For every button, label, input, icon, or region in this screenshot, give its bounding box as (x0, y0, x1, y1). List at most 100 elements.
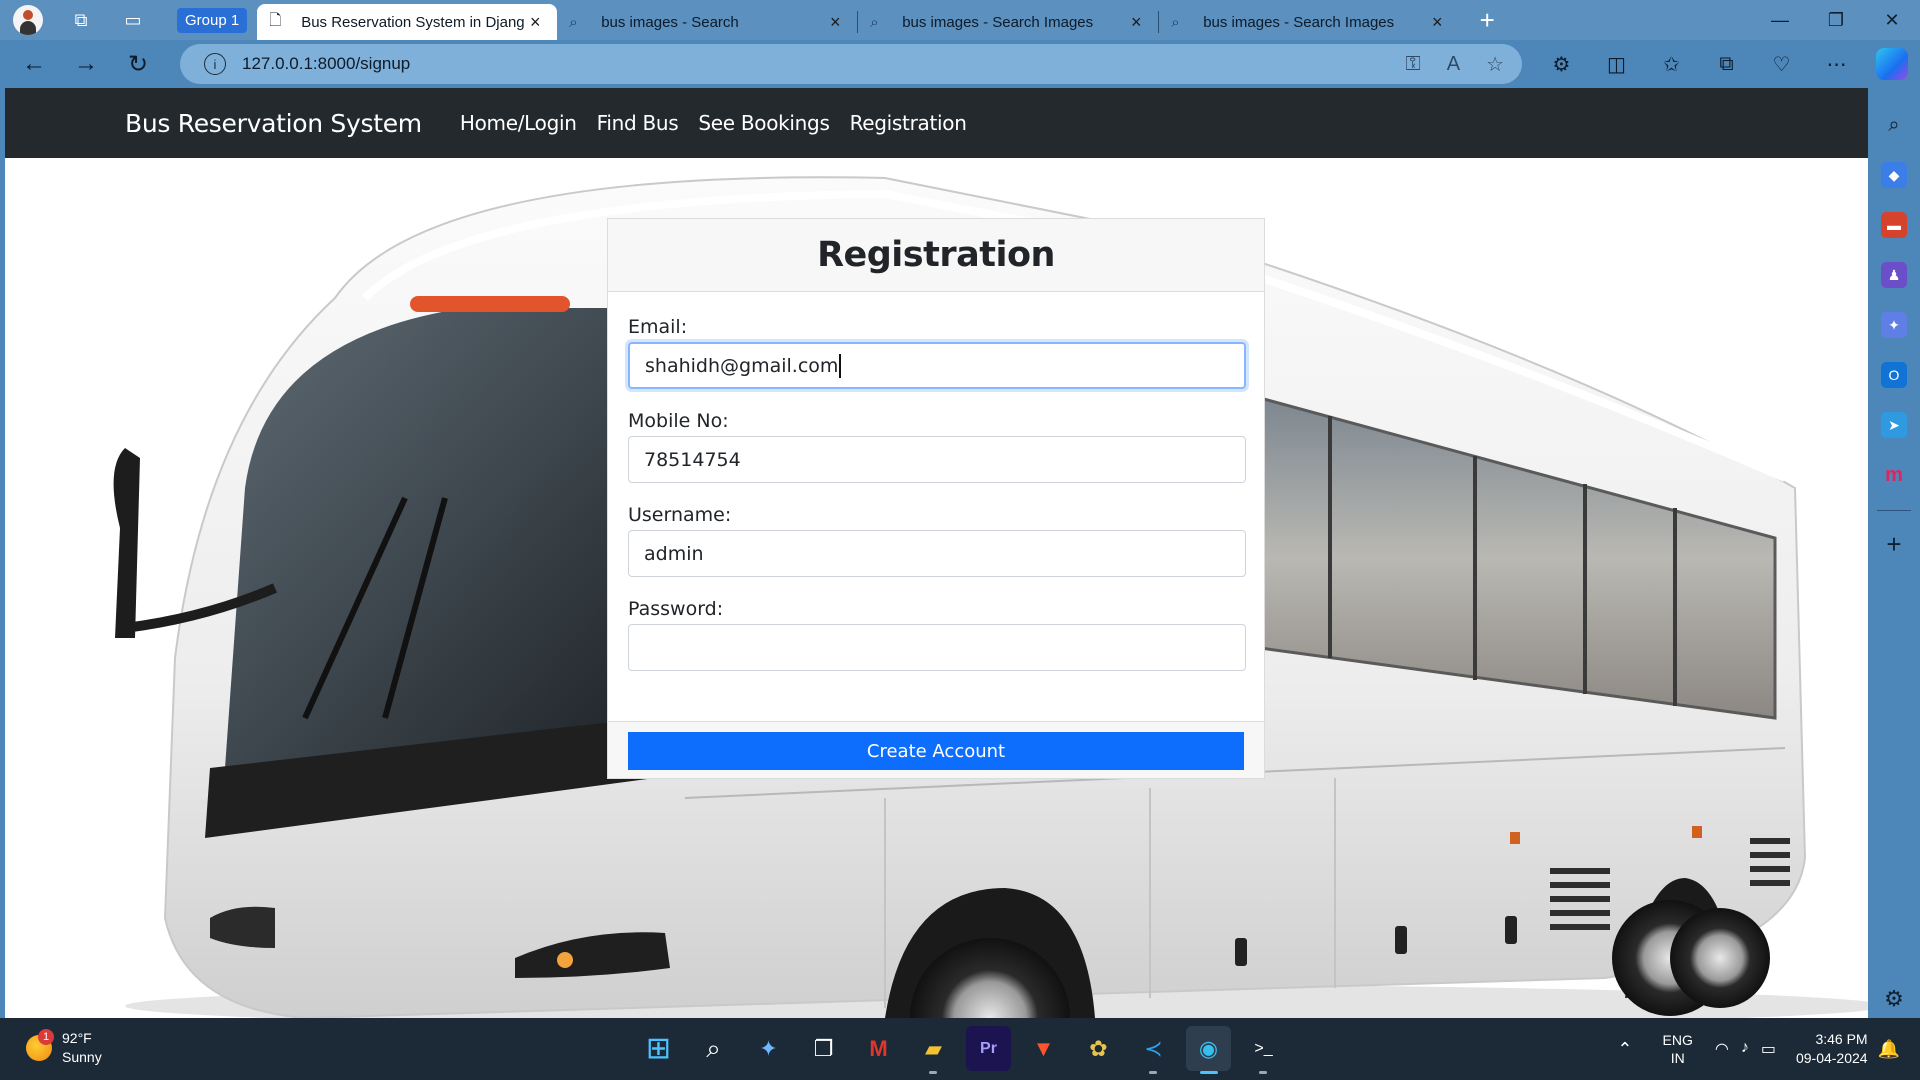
edge-sidebar: ⌕ ◆ ▬ ♟ ✦ O ➤ m + ⚙ (1868, 88, 1920, 1018)
site-brand[interactable]: Bus Reservation System (125, 109, 422, 138)
tab-group-chip[interactable]: Group 1 (177, 7, 248, 33)
tab-bus-images-search[interactable]: ⌕ bus images - Search × (557, 4, 857, 40)
tools-briefcase-icon[interactable]: ▬ (1881, 212, 1907, 238)
mobile-label: Mobile No: (628, 410, 729, 432)
site-info-icon[interactable]: i (204, 53, 226, 75)
chevron-up-icon[interactable]: ⌃ (1617, 1039, 1632, 1060)
key-icon[interactable]: ⚿ (1405, 53, 1420, 76)
username-value: admin (644, 542, 704, 565)
username-label: Username: (628, 504, 732, 526)
username-group: Username: admin (628, 504, 1246, 577)
clock-date: 09-04-2024 (1795, 1050, 1868, 1066)
m-app-icon[interactable]: m (1881, 462, 1907, 488)
mcafee-icon[interactable]: M (856, 1026, 901, 1071)
clock-time: 3:46 PM (1815, 1031, 1868, 1047)
send-icon[interactable]: ➤ (1881, 412, 1907, 438)
username-field[interactable]: admin (628, 530, 1246, 577)
favorites-icon[interactable]: ✩ (1644, 52, 1699, 77)
browser-essentials-icon[interactable]: ♡ (1754, 52, 1809, 77)
wifi-icon[interactable]: ◠ (1715, 1039, 1729, 1059)
password-field[interactable] (628, 624, 1246, 671)
davinci-icon[interactable]: ✿ (1076, 1026, 1121, 1071)
close-icon[interactable]: × (825, 12, 845, 33)
brave-icon[interactable]: ▼ (1021, 1026, 1066, 1071)
tab-bus-images-search-images[interactable]: ⌕ bus images - Search Images × (858, 4, 1158, 40)
email-value: shahidh@gmail.com (645, 354, 839, 377)
close-icon[interactable]: × (525, 12, 545, 33)
tab-actions-icon[interactable]: ▭ (113, 0, 153, 40)
email-group: Email: shahidh@gmail.com (628, 316, 1246, 389)
weather-widget[interactable]: 1 92°F Sunny (26, 1029, 102, 1067)
site-navbar: Bus Reservation System Home/Login Find B… (5, 88, 1868, 158)
nav-find-bus[interactable]: Find Bus (597, 111, 679, 135)
notifications-bell-icon[interactable]: 🔔 (1878, 1039, 1900, 1060)
language-indicator[interactable]: ENG IN (1663, 1031, 1693, 1067)
collections-icon[interactable]: ⧉ (1699, 53, 1754, 76)
close-icon[interactable]: × (1126, 12, 1146, 33)
page-icon: 🗋 (269, 11, 282, 29)
browser-tab-strip: ⧉ ▭ Group 1 🗋 Bus Reservation System in … (0, 0, 1920, 40)
tab-title: bus images - Search Images (1203, 13, 1395, 31)
edge-icon[interactable]: ◉ (1186, 1026, 1231, 1074)
window-controls: — ❐ ✕ (1752, 0, 1920, 40)
read-aloud-icon[interactable]: A (1447, 53, 1460, 76)
games-icon[interactable]: ♟ (1881, 262, 1907, 288)
vscode-icon[interactable]: ≺ (1131, 1026, 1176, 1074)
tab-title: bus images - Search Images (902, 13, 1094, 31)
tab-title: Bus Reservation System in Django (301, 13, 526, 31)
address-url[interactable]: 127.0.0.1:8000/signup (242, 54, 410, 74)
address-bar[interactable]: i 127.0.0.1:8000/signup ⚿ A ☆ (180, 44, 1522, 84)
taskbar-search-icon[interactable]: ⌕ (691, 1026, 736, 1071)
password-label: Password: (628, 598, 724, 620)
sidebar-settings-icon[interactable]: ⚙ (1884, 986, 1904, 1012)
notification-badge: 1 (38, 1029, 54, 1045)
copilot-preview-icon[interactable]: ✦ (746, 1026, 791, 1071)
copilot-icon[interactable] (1876, 48, 1908, 80)
system-tray: ⌃ ENG IN ◠ ♪ ▭ 3:46 PM 09-04-2024 🔔 (1617, 1018, 1900, 1080)
nav-registration[interactable]: Registration (850, 111, 967, 135)
new-tab-button[interactable]: + (1467, 5, 1507, 36)
file-explorer-icon[interactable]: ▰ (911, 1026, 956, 1074)
mobile-field[interactable]: 78514754 (628, 436, 1246, 483)
mobile-group: Mobile No: 78514754 (628, 410, 1246, 483)
tab-bus-reservation[interactable]: 🗋 Bus Reservation System in Django × (257, 4, 558, 40)
more-menu-icon[interactable]: ⋯ (1809, 52, 1864, 77)
page-viewport: Bus Reservation System Home/Login Find B… (5, 88, 1868, 1018)
battery-icon[interactable]: ▭ (1761, 1039, 1776, 1059)
extensions-icon[interactable]: ⚙ (1534, 52, 1589, 77)
create-account-button[interactable]: Create Account (628, 732, 1244, 770)
split-screen-icon[interactable]: ◫ (1589, 52, 1644, 77)
forward-button[interactable]: → (60, 44, 112, 84)
windows-taskbar: 1 92°F Sunny ⊞ ⌕ ✦ ❐ M ▰ Pr ▼ ✿ ≺ ◉ >_ ⌃… (0, 1018, 1920, 1080)
terminal-icon[interactable]: >_ (1241, 1026, 1286, 1074)
favorite-star-icon[interactable]: ☆ (1486, 52, 1504, 77)
outlook-icon[interactable]: O (1881, 362, 1907, 388)
profile-avatar[interactable] (13, 5, 43, 35)
close-window-icon[interactable]: ✕ (1864, 0, 1920, 40)
back-button[interactable]: ← (8, 44, 60, 84)
email-field[interactable]: shahidh@gmail.com (628, 342, 1246, 389)
workspaces-icon[interactable]: ⧉ (61, 0, 101, 40)
clock[interactable]: 3:46 PM 09-04-2024 (1796, 1030, 1868, 1068)
restore-icon[interactable]: ❐ (1808, 0, 1864, 40)
registration-form: Email: shahidh@gmail.com Mobile No: 7851… (608, 292, 1264, 722)
start-icon[interactable]: ⊞ (636, 1026, 681, 1071)
shopping-tag-icon[interactable]: ◆ (1881, 162, 1907, 188)
search-icon: ⌕ (1171, 13, 1180, 31)
taskbar-apps: ⊞ ⌕ ✦ ❐ M ▰ Pr ▼ ✿ ≺ ◉ >_ (636, 1026, 1286, 1074)
copilot-sidebar-icon[interactable]: ✦ (1881, 312, 1907, 338)
task-view-icon[interactable]: ❐ (801, 1026, 846, 1071)
sidebar-search-icon[interactable]: ⌕ (1881, 112, 1907, 138)
nav-home-login[interactable]: Home/Login (460, 111, 577, 135)
browser-toolbar: ← → ↻ i 127.0.0.1:8000/signup ⚿ A ☆ ⚙ ◫ … (0, 40, 1920, 88)
search-icon: ⌕ (569, 13, 578, 31)
volume-icon[interactable]: ♪ (1741, 1039, 1749, 1059)
minimize-icon[interactable]: — (1752, 0, 1808, 40)
tab-bus-images-search-images-2[interactable]: ⌕ bus images - Search Images × (1159, 4, 1459, 40)
add-sidebar-app-icon[interactable]: + (1886, 529, 1901, 560)
nav-see-bookings[interactable]: See Bookings (698, 111, 829, 135)
premiere-pro-icon[interactable]: Pr (966, 1026, 1011, 1071)
registration-footer: Create Account (608, 721, 1264, 778)
refresh-button[interactable]: ↻ (112, 44, 164, 84)
close-icon[interactable]: × (1427, 12, 1447, 33)
